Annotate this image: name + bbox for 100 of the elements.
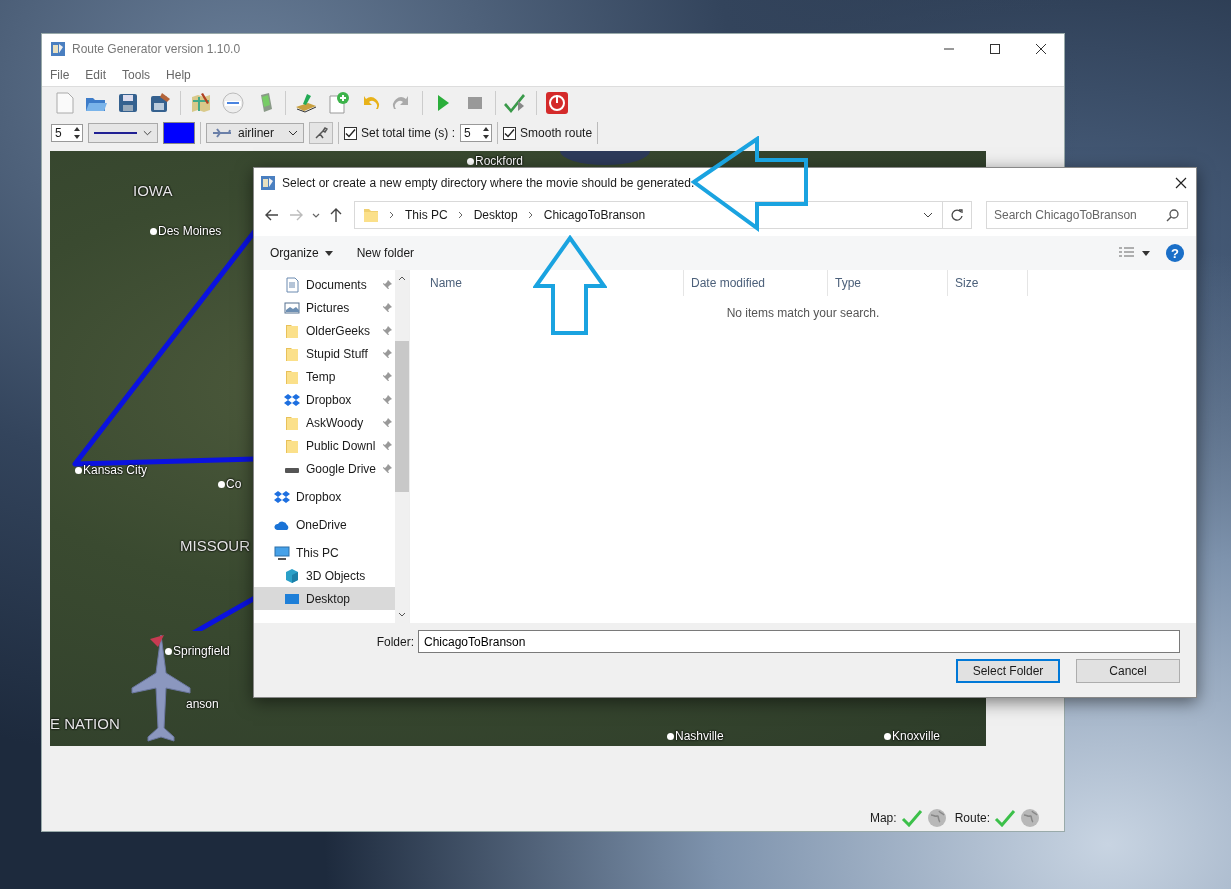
window-title: Route Generator version 1.10.0 [72,42,242,56]
nav-item[interactable]: Dropbox [254,388,395,411]
picture-icon [284,299,300,316]
select-folder-button[interactable]: Select Folder [956,659,1060,683]
region-label: MISSOUR [180,537,250,554]
pin-icon [383,325,393,336]
brush-tray-icon [294,91,318,115]
menu-item[interactable]: Help [166,68,191,82]
region-label: E NATION [50,715,120,732]
pin-icon [383,463,393,474]
folder-icon [284,414,300,431]
dropbox-icon [274,488,290,505]
city-label: Co [218,477,242,491]
menu-item[interactable]: File [50,68,70,82]
checkbox-label: Set total time (s) : [361,126,456,140]
app-icon [50,41,66,57]
vehicle-dropdown[interactable]: airliner [206,123,304,143]
breadcrumb[interactable]: ChicagoToBranson [543,208,646,222]
cube-icon [284,567,300,584]
computer-icon [274,544,290,561]
nav-item[interactable]: Dropbox [254,485,395,508]
scroll-thumb[interactable] [395,341,409,492]
folder-icon [284,368,300,385]
color-swatch[interactable] [163,122,195,144]
power-icon [545,91,569,115]
nav-item[interactable]: Public Downl [254,434,395,457]
nav-item[interactable]: Google Drive [254,457,395,480]
status-label: Route: [954,811,990,825]
refresh-icon [950,208,964,222]
menu-item[interactable]: Edit [85,68,107,82]
scrollbar[interactable] [395,270,409,623]
city-label: Des Moines [150,224,222,238]
pin-icon [383,440,393,451]
city-label: Rockford [467,154,524,168]
refresh-button[interactable] [942,201,972,229]
nav-item[interactable]: OlderGeeks [254,319,395,342]
caret-icon [324,250,333,256]
checkbox[interactable] [503,126,517,140]
add-page-icon [326,91,350,115]
pin-icon [383,279,393,290]
folder-icon [363,207,379,223]
floppy-map-icon [148,91,172,115]
breadcrumb[interactable]: Desktop [473,208,518,222]
field-label: Folder: [375,634,414,649]
map-pencil-icon [189,91,213,115]
document-icon [284,276,300,293]
column-header[interactable]: Size [948,270,1028,296]
city-label: Springfield [165,644,230,658]
status-label: Map: [869,811,897,825]
nav-item[interactable]: 3D Objects [254,564,395,587]
spin-box[interactable]: 5 [460,124,493,142]
checkmark-icon [900,809,923,827]
menu-item[interactable]: Tools [122,68,151,82]
pin-icon [383,417,393,428]
nav-item[interactable]: Desktop [254,587,395,610]
checkmark-icon [994,809,1016,827]
drive-icon [284,465,300,475]
pin-icon [383,348,393,359]
vehicle-settings-button[interactable] [309,122,333,144]
organize-button[interactable]: Organize [262,243,341,263]
city-label: Knoxville [884,729,941,743]
dropbox-icon [284,391,300,408]
folder-icon [284,322,300,339]
column-header[interactable]: Type [828,270,948,296]
nav-item[interactable]: AskWoody [254,411,395,434]
folder-name-field[interactable]: ChicagoToBranson [418,630,1180,653]
folder-icon [284,345,300,362]
power-button[interactable] [543,89,571,117]
cancel-button[interactable]: Cancel [1076,659,1180,683]
nav-item[interactable]: OneDrive [254,513,395,536]
search-icon [1166,208,1180,222]
nav-item[interactable]: Stupid Stuff [254,342,395,365]
nav-item[interactable]: Pictures [254,296,395,319]
nav-item[interactable]: Temp [254,365,395,388]
empty-message: No items match your search. [725,306,881,320]
scroll-up-icon [398,275,406,281]
nav-item[interactable]: This PC [254,541,395,564]
wrench-icon [314,126,328,140]
search-field[interactable]: Search ChicagoToBranson [986,201,1188,229]
address-bar[interactable]: This PC Desktop ChicagoToBranson [354,201,943,229]
column-header[interactable]: Name [410,270,684,296]
column-header[interactable]: Date modified [684,270,828,296]
list-view-icon [1118,247,1136,259]
spin-box[interactable]: 5 [51,124,83,142]
pin-icon [383,371,393,382]
check-arrow-icon [504,91,528,115]
scroll-down-icon [398,612,406,618]
region-label: IOWA [133,182,173,199]
app-icon [260,175,276,191]
chevron-down-icon [288,130,298,136]
new-folder-button[interactable]: New folder [348,243,423,263]
dialog-title: Select or create a new empty directory where the movie should be generated. [282,176,696,190]
checkbox[interactable] [344,126,357,140]
caret-icon [1142,250,1150,256]
breadcrumb[interactable]: This PC [405,208,448,222]
nav-item[interactable]: Documents [254,273,395,296]
help-button[interactable]: ? [1166,244,1184,262]
chevron-down-icon [143,130,152,136]
city-label: anson [186,697,219,711]
line-style-dropdown[interactable] [88,123,158,143]
